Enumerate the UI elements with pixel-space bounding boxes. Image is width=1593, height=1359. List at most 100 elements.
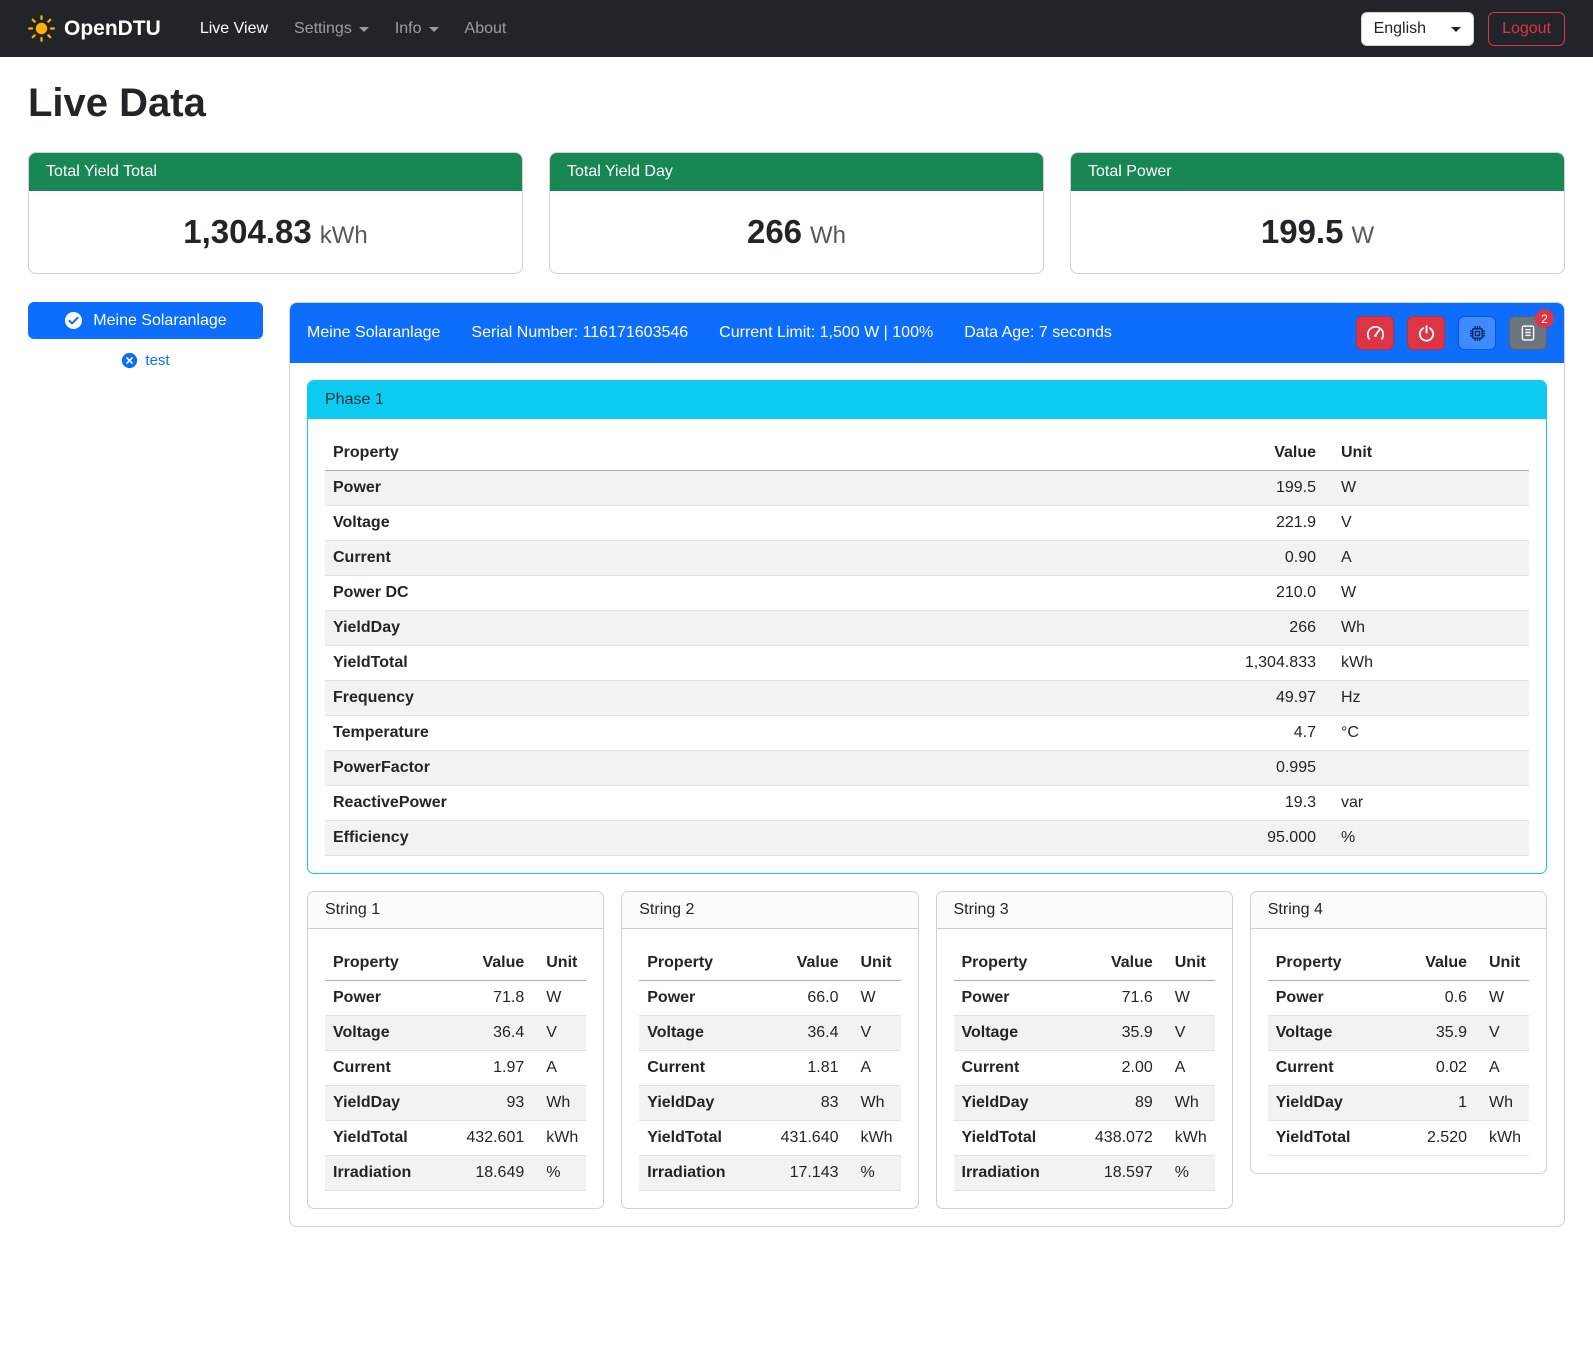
inverter-select-button-selected[interactable]: Meine Solaranlage: [28, 302, 263, 339]
row-value: 17.143: [773, 1156, 847, 1191]
row-value: 1,304.833: [1184, 646, 1324, 681]
row-value: 2.520: [1403, 1121, 1475, 1156]
row-unit: [1324, 751, 1529, 786]
logout-button[interactable]: Logout: [1488, 12, 1565, 46]
row-value: 83: [773, 1086, 847, 1121]
table-row: Power 199.5 W: [325, 471, 1529, 506]
row-unit: W: [1161, 981, 1215, 1016]
speedometer-icon: [1366, 324, 1385, 343]
row-property: PowerFactor: [325, 751, 1184, 786]
row-unit: kWh: [1324, 646, 1529, 681]
table-row: Current 1.81 A: [639, 1051, 900, 1086]
row-value: 36.4: [458, 1016, 532, 1051]
brand-link[interactable]: OpenDTU: [28, 15, 161, 42]
row-unit: V: [532, 1016, 586, 1051]
row-property: YieldDay: [325, 1086, 458, 1121]
row-unit: A: [532, 1051, 586, 1086]
inverter-select-label: Meine Solaranlage: [93, 312, 226, 330]
table-row: Voltage 36.4 V: [325, 1016, 586, 1051]
column-header-property: Property: [325, 436, 1184, 471]
row-property: Power: [954, 981, 1087, 1016]
summary-card-unit: W: [1351, 222, 1374, 249]
content-row: Meine Solaranlage test Meine Solaranlage…: [28, 302, 1565, 1227]
journal-icon: [1519, 324, 1537, 342]
summary-card-title: Total Power: [1071, 153, 1564, 191]
limit-settings-button[interactable]: [1356, 316, 1394, 350]
row-value: 49.97: [1184, 681, 1324, 716]
row-unit: V: [1324, 506, 1529, 541]
table-row: Power 0.6 W: [1268, 981, 1529, 1016]
inverter-select-button-test[interactable]: test: [28, 352, 263, 369]
summary-card-unit: kWh: [320, 222, 368, 249]
row-unit: °C: [1324, 716, 1529, 751]
table-header-row: Property Value Unit: [954, 946, 1215, 981]
row-property: Power: [1268, 981, 1403, 1016]
string-title: String 1: [308, 892, 603, 929]
event-log-button[interactable]: 2: [1509, 316, 1547, 350]
column-header-property: Property: [325, 946, 458, 981]
row-unit: %: [847, 1156, 901, 1191]
cpu-chip-icon: [1468, 324, 1487, 343]
row-value: 0.995: [1184, 751, 1324, 786]
table-row: Voltage 36.4 V: [639, 1016, 900, 1051]
nav-settings[interactable]: Settings: [281, 12, 382, 46]
string-table: Property Value Unit Power: [639, 946, 900, 1191]
row-unit: kWh: [1475, 1121, 1529, 1156]
table-row: Power 71.8 W: [325, 981, 586, 1016]
row-value: 71.6: [1087, 981, 1161, 1016]
string-card-1: String 1 Property Value Unit: [307, 891, 604, 1209]
row-unit: var: [1324, 786, 1529, 821]
row-value: 0.02: [1403, 1051, 1475, 1086]
x-circle-icon: [121, 352, 138, 369]
phase-table-body: Power 199.5 W Voltage 221.9 V: [325, 471, 1529, 856]
phase-title: Phase 1: [308, 381, 1546, 419]
string-title: String 2: [622, 892, 917, 929]
inverter-serial: Serial Number: 116171603546: [471, 324, 688, 342]
table-row: YieldTotal 432.601 kWh: [325, 1121, 586, 1156]
row-value: 35.9: [1087, 1016, 1161, 1051]
column-header-property: Property: [954, 946, 1087, 981]
string-card-4: String 4 Property Value Unit: [1250, 891, 1547, 1174]
brand-label: OpenDTU: [64, 17, 161, 41]
row-unit: V: [1475, 1016, 1529, 1051]
row-value: 4.7: [1184, 716, 1324, 751]
language-select[interactable]: English: [1361, 12, 1474, 46]
table-row: YieldDay 266 Wh: [325, 611, 1529, 646]
string-table: Property Value Unit Power: [325, 946, 586, 1191]
table-row: YieldTotal 431.640 kWh: [639, 1121, 900, 1156]
power-settings-button[interactable]: [1407, 316, 1445, 350]
string-table: Property Value Unit Power: [954, 946, 1215, 1191]
nav-info[interactable]: Info: [382, 12, 452, 46]
row-value: 0.90: [1184, 541, 1324, 576]
phase-card: Phase 1 Property Value Unit: [307, 380, 1547, 874]
table-header-row: Property Value Unit: [325, 436, 1529, 471]
table-row: Temperature 4.7 °C: [325, 716, 1529, 751]
summary-card-value: 1,304.83: [183, 213, 311, 250]
main-nav: Live View Settings Info About: [187, 12, 520, 46]
row-unit: V: [1161, 1016, 1215, 1051]
row-value: 66.0: [773, 981, 847, 1016]
table-row: Current 2.00 A: [954, 1051, 1215, 1086]
row-value: 210.0: [1184, 576, 1324, 611]
table-header-row: Property Value Unit: [1268, 946, 1529, 981]
row-property: Irradiation: [954, 1156, 1087, 1191]
row-value: 1.97: [458, 1051, 532, 1086]
row-value: 1.81: [773, 1051, 847, 1086]
string-table-body: Power 0.6 W Voltage 35.9 V: [1268, 981, 1529, 1156]
nav-about[interactable]: About: [452, 12, 520, 46]
phase-table: Property Value Unit Power: [325, 436, 1529, 856]
navbar-right: English Logout: [1361, 12, 1565, 46]
string-title: String 3: [937, 892, 1232, 929]
table-row: YieldTotal 1,304.833 kWh: [325, 646, 1529, 681]
string-table-body: Power 66.0 W Voltage 36.4 V: [639, 981, 900, 1191]
row-property: YieldTotal: [1268, 1121, 1403, 1156]
string-table-body: Power 71.6 W Voltage 35.9 V: [954, 981, 1215, 1191]
nav-live-view[interactable]: Live View: [187, 12, 281, 46]
table-row: YieldTotal 438.072 kWh: [954, 1121, 1215, 1156]
row-unit: Wh: [1475, 1086, 1529, 1121]
table-header-row: Property Value Unit: [325, 946, 586, 981]
row-unit: A: [847, 1051, 901, 1086]
inverter-info-button[interactable]: [1458, 316, 1496, 350]
row-unit: V: [847, 1016, 901, 1051]
table-row: Power DC 210.0 W: [325, 576, 1529, 611]
